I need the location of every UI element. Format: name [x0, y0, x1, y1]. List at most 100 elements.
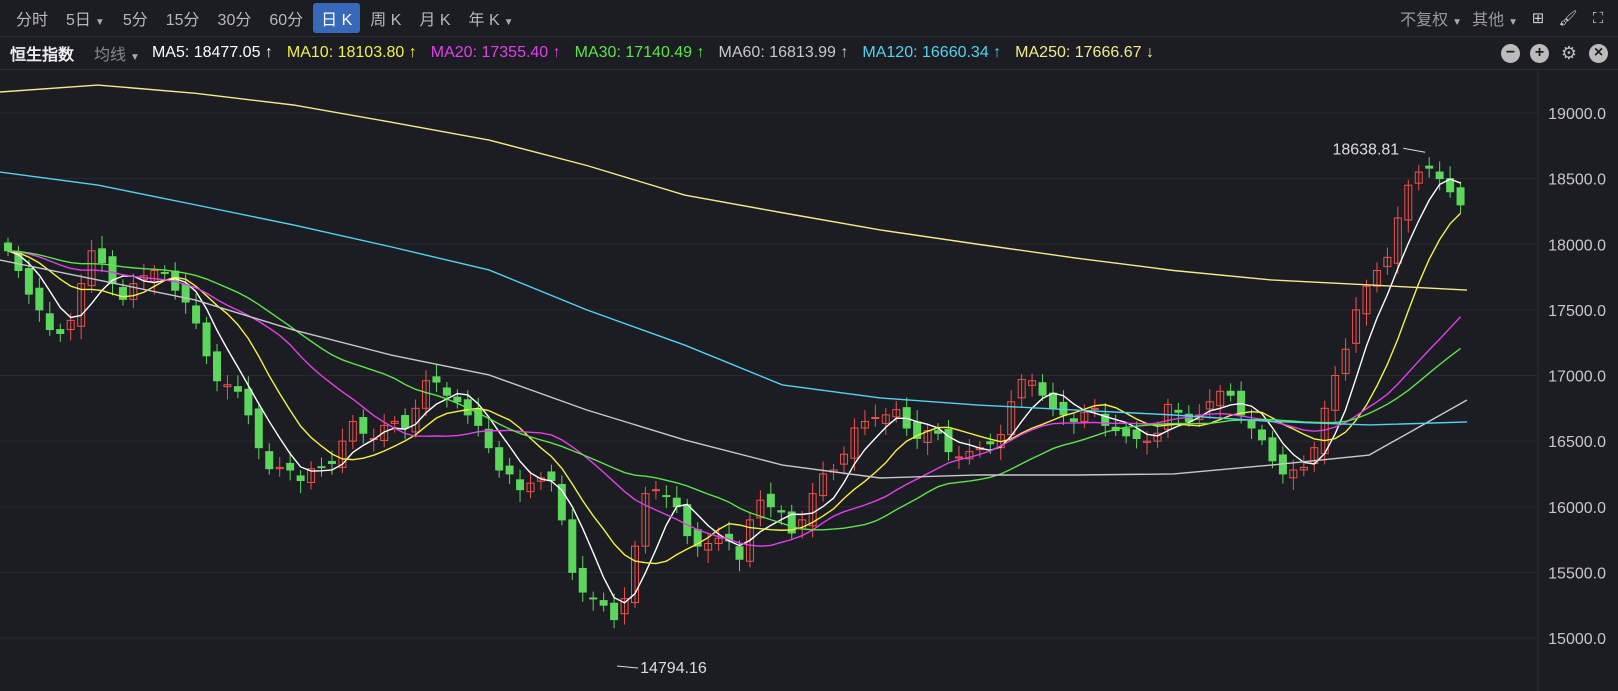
adjust-label: 不复权	[1400, 12, 1449, 29]
candle-body	[265, 451, 274, 470]
layout-grid-icon[interactable]: ⊞	[1528, 8, 1548, 28]
period-tab-fenshi[interactable]: 分时	[8, 3, 56, 33]
chevron-down-icon: ▼	[130, 52, 140, 63]
other-label: 其他	[1472, 12, 1505, 29]
ma-legend-item: MA120: 16660.34 ↑	[862, 44, 1002, 61]
candle-body	[1456, 187, 1465, 206]
ma120-line	[0, 171, 1468, 426]
ma-legend-bar: 恒生指数 均线 ▼ MA5: 18477.05 ↑ MA10: 18103.80 ↑…	[0, 37, 1618, 70]
candle-body	[735, 546, 744, 560]
brush-icon[interactable]: 🖌︎	[1558, 8, 1578, 28]
candle-body	[516, 479, 525, 491]
candle-body	[495, 447, 504, 471]
candle-body	[202, 322, 211, 357]
y-tick-label: 18500.0	[1548, 172, 1606, 189]
period-label: 5日	[66, 12, 91, 29]
y-tick-label: 17000.0	[1548, 369, 1606, 386]
candle-body	[254, 408, 263, 449]
candle-body	[1069, 418, 1078, 422]
zoom-in-icon[interactable]: +	[1530, 43, 1549, 63]
ma10-line	[7, 212, 1462, 565]
period-tab-15min[interactable]: 15分	[158, 3, 208, 33]
candle-body	[401, 415, 410, 429]
candle-body	[547, 471, 556, 481]
right-tools: 不复权 ▼ 其他 ▼ ⊞ 🖌︎ ⛶	[1400, 0, 1608, 36]
candle-body	[589, 597, 598, 600]
low-arrow	[617, 665, 639, 669]
ma-legend-item: MA60: 16813.99 ↑	[718, 44, 849, 61]
period-tab-weekly[interactable]: 周 K	[362, 3, 409, 33]
low-annotation: 14794.16	[640, 660, 707, 677]
candle-body	[871, 417, 880, 419]
candle-body	[610, 602, 619, 621]
candle-body	[1132, 429, 1141, 439]
candle-body	[118, 287, 127, 300]
candle-body	[35, 287, 44, 311]
candle-body	[442, 387, 451, 396]
other-dropdown[interactable]: 其他 ▼	[1472, 6, 1518, 30]
fullscreen-icon[interactable]: ⛶	[1588, 8, 1608, 28]
period-tab-5day[interactable]: 5日 ▼	[58, 3, 113, 33]
high-annotation: 18638.81	[1332, 141, 1399, 158]
candle-body	[1090, 407, 1099, 410]
candle-body	[181, 283, 190, 303]
candle-body	[233, 386, 242, 392]
candle-body	[45, 313, 54, 331]
candlestick-chart[interactable]: 19000.0 18500.0 18000.0 17500.0 17000.0 16500…	[0, 70, 1618, 691]
chevron-down-icon: ▼	[503, 17, 514, 28]
period-tab-30min[interactable]: 30分	[210, 3, 260, 33]
close-icon[interactable]: ×	[1589, 43, 1608, 63]
candle-body	[986, 441, 995, 445]
period-tab-monthly[interactable]: 月 K	[411, 3, 458, 33]
pane-controls: − + ⚙ ×	[1501, 37, 1608, 69]
chevron-down-icon: ▼	[94, 17, 105, 28]
y-tick-label: 15000.0	[1548, 631, 1606, 648]
y-tick-label: 17500.0	[1548, 303, 1606, 320]
candle-body	[1038, 382, 1047, 396]
candle-body	[1122, 428, 1131, 437]
period-tab-60min[interactable]: 60分	[261, 3, 311, 33]
ma-items: MA5: 18477.05 ↑ MA10: 18103.80 ↑ MA20: 173…	[152, 44, 1168, 62]
candle-body	[56, 329, 65, 334]
ma-legend-item: MA20: 17355.40 ↑	[430, 44, 561, 61]
candle-body	[359, 417, 368, 434]
candle-body	[651, 489, 660, 492]
candle-body	[327, 460, 336, 464]
candle-body	[484, 428, 493, 449]
candle-body	[24, 268, 33, 295]
candle-body	[1425, 165, 1434, 169]
candle-body	[192, 305, 201, 324]
period-tab-yearly[interactable]: 年 K ▼	[461, 3, 522, 33]
y-tick-label: 19000.0	[1548, 106, 1606, 123]
chevron-down-icon: ▼	[1508, 17, 1518, 28]
y-tick-label: 16500.0	[1548, 434, 1606, 451]
ma30-line	[7, 250, 1461, 531]
indicator-label: 均线	[94, 47, 127, 64]
period-tab-5min[interactable]: 5分	[115, 3, 156, 33]
settings-gear-icon[interactable]: ⚙	[1559, 43, 1579, 63]
candle-body	[954, 456, 963, 459]
candle-body	[286, 462, 295, 471]
candle-body	[662, 495, 671, 498]
candle-body	[453, 396, 462, 403]
period-toolbar: 分时 5日 ▼ 5分 15分 30分 60分 日 K 周 K 月 K 年 K ▼ 不…	[0, 0, 1618, 37]
candle-body	[568, 519, 577, 573]
adjust-dropdown[interactable]: 不复权 ▼	[1400, 6, 1462, 30]
zoom-out-icon[interactable]: −	[1501, 43, 1520, 63]
period-label: 年 K	[468, 12, 500, 29]
candle-body	[4, 242, 12, 252]
y-tick-label: 15500.0	[1548, 565, 1606, 582]
candle-body	[98, 248, 107, 264]
candle-body	[244, 388, 253, 416]
candle-body	[317, 466, 326, 469]
candle-body	[1174, 409, 1183, 413]
candle-body	[934, 430, 943, 434]
ma-legend-item: MA10: 18103.80 ↑	[286, 44, 417, 61]
candle-body	[160, 271, 169, 274]
candle-body	[1258, 429, 1266, 441]
indicator-dropdown[interactable]: 均线 ▼	[94, 41, 140, 65]
candle-body	[599, 600, 608, 606]
period-tab-daily[interactable]: 日 K	[313, 3, 361, 33]
candle-body	[213, 351, 221, 382]
index-name: 恒生指数	[10, 47, 75, 64]
